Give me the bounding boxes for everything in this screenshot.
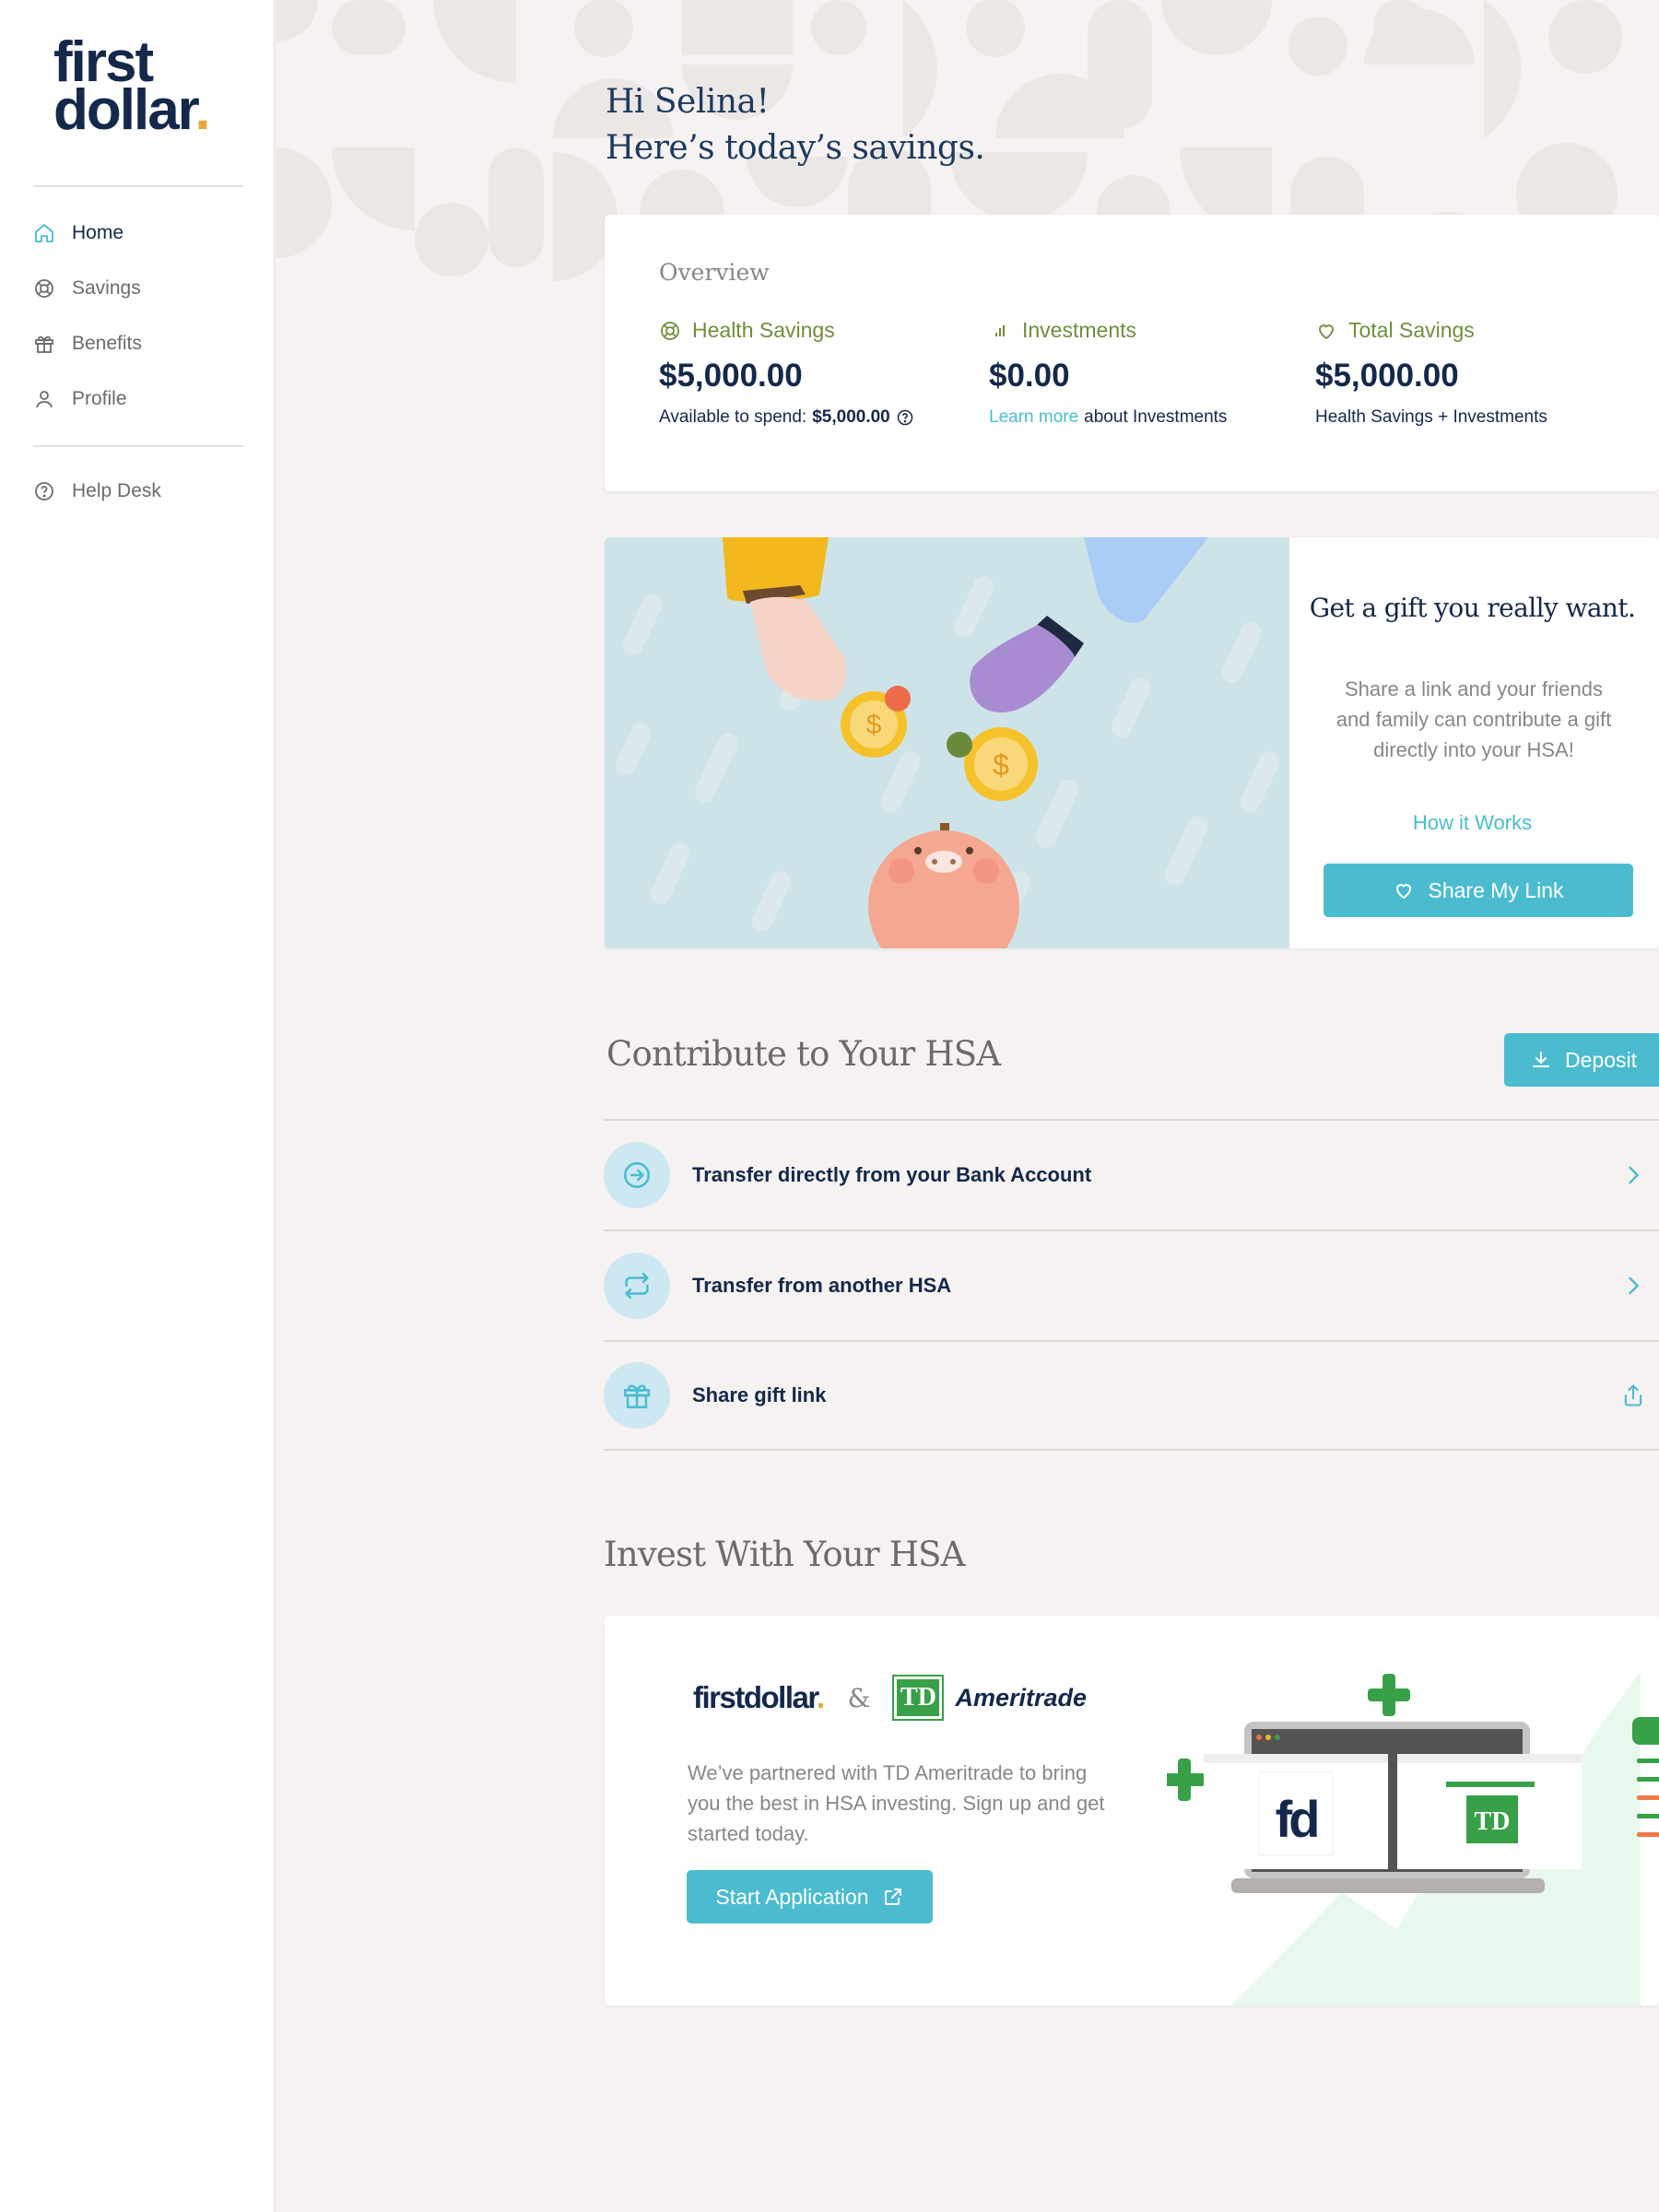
deposit-label: Deposit: [1565, 1047, 1637, 1072]
svg-text:$: $: [866, 710, 882, 740]
health-savings-label: Health Savings: [692, 318, 835, 342]
lifebuoy-icon: [661, 321, 679, 340]
contribute-row-hsa-transfer[interactable]: Transfer from another HSA: [604, 1230, 1659, 1340]
sidebar-item-label: Benefits: [72, 333, 142, 354]
share-my-link-label: Share My Link: [1428, 877, 1564, 902]
contribute-row-share-gift[interactable]: Share gift link: [604, 1340, 1659, 1451]
available-to-spend-label: Available to spend:: [659, 407, 807, 427]
gift-title: Get a gift you really want.: [1309, 593, 1636, 623]
first-dollar-wordmark: firstdollar.: [693, 1680, 825, 1714]
sidebar-item-label: Savings: [72, 277, 141, 299]
download-icon: [1533, 1052, 1549, 1067]
sidebar: first dollar. Home Savings Benefits Prof…: [0, 0, 276, 2212]
total-savings-label: Total Savings: [1348, 318, 1475, 342]
gift-description: Share a link and your friends and family…: [1335, 677, 1612, 761]
gift-text-panel: Get a gift you really want. Share a link…: [1289, 537, 1659, 948]
overview-title: Overview: [659, 259, 770, 286]
chevron-right-icon: [1629, 1166, 1640, 1184]
td-logo: TD: [892, 1675, 945, 1721]
logo-dot: .: [194, 78, 210, 143]
repeat-icon: [625, 1272, 649, 1300]
contribute-row-icon: [604, 1253, 670, 1319]
investments-value: $0.00: [989, 358, 1070, 394]
partner-brands: firstdollar. & TD Ameritrade: [693, 1675, 1088, 1721]
sidebar-item-benefits[interactable]: Benefits: [33, 325, 142, 362]
sidebar-item-home[interactable]: Home: [33, 215, 124, 252]
sidebar-item-help-desk[interactable]: Help Desk: [33, 473, 161, 510]
user-icon: [36, 391, 53, 408]
help-circle-icon[interactable]: [896, 408, 914, 427]
screen-td-mark: TD: [1475, 1807, 1511, 1836]
first-dollar-wordmark-text: firstdollar: [693, 1680, 818, 1714]
about-investments-text: about Investments: [1084, 407, 1228, 427]
health-savings-value: $5,000.00: [659, 358, 803, 394]
available-to-spend-value: $5,000.00: [812, 407, 890, 427]
chevron-right-icon: [1629, 1277, 1640, 1295]
first-dollar-logo[interactable]: first dollar.: [53, 33, 211, 138]
contribute-row-label: Share gift link: [692, 1383, 827, 1406]
td-ameritrade-wordmark: Ameritrade: [955, 1683, 1088, 1712]
gift-card: $ $ Get a gift you really want. Share a …: [605, 537, 1659, 948]
learn-more-link[interactable]: Learn more: [989, 407, 1078, 428]
share-my-link-button[interactable]: Share My Link: [1324, 864, 1633, 917]
share-icon: [1624, 1384, 1642, 1406]
bar-chart-icon: [995, 324, 1005, 336]
ampersand: &: [847, 1682, 871, 1713]
total-savings-value: $5,000.00: [1315, 358, 1459, 394]
invest-description: We’ve partnered with TD Ameritrade to br…: [688, 1761, 1105, 1845]
sidebar-item-profile[interactable]: Profile: [33, 381, 127, 418]
investments-stat[interactable]: Investments $0.00 Learn more about Inves…: [989, 318, 1227, 428]
greeting-line-2: Here’s today’s savings.: [606, 129, 985, 167]
arrow-circle-icon: [623, 1161, 651, 1189]
investments-label: Investments: [1022, 318, 1136, 342]
total-savings-stat[interactable]: Total Savings $5,000.00 Health Savings +…: [1315, 318, 1547, 428]
sidebar-item-label: Profile: [72, 388, 127, 409]
greeting: Hi Selina! Here’s today’s savings.: [606, 79, 985, 171]
invest-card: firstdollar. & TD Ameritrade We’ve partn…: [605, 1616, 1659, 2006]
start-application-label: Start Application: [715, 1884, 869, 1909]
overview-card: Overview Health Savings $5,000.00 Availa…: [605, 215, 1659, 491]
home-icon: [35, 224, 53, 242]
svg-text:$: $: [993, 748, 1009, 782]
sidebar-divider: [33, 185, 243, 187]
contribute-row-label: Transfer directly from your Bank Account: [692, 1163, 1092, 1186]
contribute-row-label: Transfer from another HSA: [692, 1274, 952, 1297]
deposit-button[interactable]: Deposit: [1504, 1033, 1659, 1087]
heart-icon: [1396, 884, 1412, 900]
greeting-line-1: Hi Selina!: [606, 83, 770, 121]
help-circle-icon: [35, 482, 53, 500]
gift-icon: [623, 1384, 651, 1409]
gift-illustration: $ $: [605, 537, 1289, 948]
logo-line-2: dollar: [53, 78, 196, 143]
start-application-button[interactable]: Start Application: [687, 1870, 933, 1924]
contribute-row-icon: [604, 1142, 670, 1208]
total-savings-sub: Health Savings + Investments: [1315, 407, 1547, 427]
contribute-row-bank-transfer[interactable]: Transfer directly from your Bank Account: [604, 1119, 1659, 1230]
screen-fd-mark: fd: [1276, 1790, 1318, 1848]
sidebar-divider: [33, 445, 243, 447]
lifebuoy-icon: [35, 279, 53, 298]
gift-icon: [35, 335, 53, 353]
contribute-title: Contribute to Your HSA: [606, 1034, 1001, 1074]
contribute-row-icon: [604, 1362, 670, 1429]
how-it-works-link[interactable]: How it Works: [1289, 811, 1655, 835]
sidebar-item-label: Home: [72, 222, 124, 243]
external-link-icon: [884, 1888, 901, 1905]
invest-title: Invest With Your HSA: [604, 1535, 965, 1574]
health-savings-stat[interactable]: Health Savings $5,000.00 Available to sp…: [659, 318, 914, 428]
laptop-illustration: fd TD: [1167, 1674, 1659, 1893]
sidebar-item-savings[interactable]: Savings: [33, 270, 141, 307]
heart-icon: [1319, 324, 1334, 339]
sidebar-item-label: Help Desk: [72, 480, 161, 501]
